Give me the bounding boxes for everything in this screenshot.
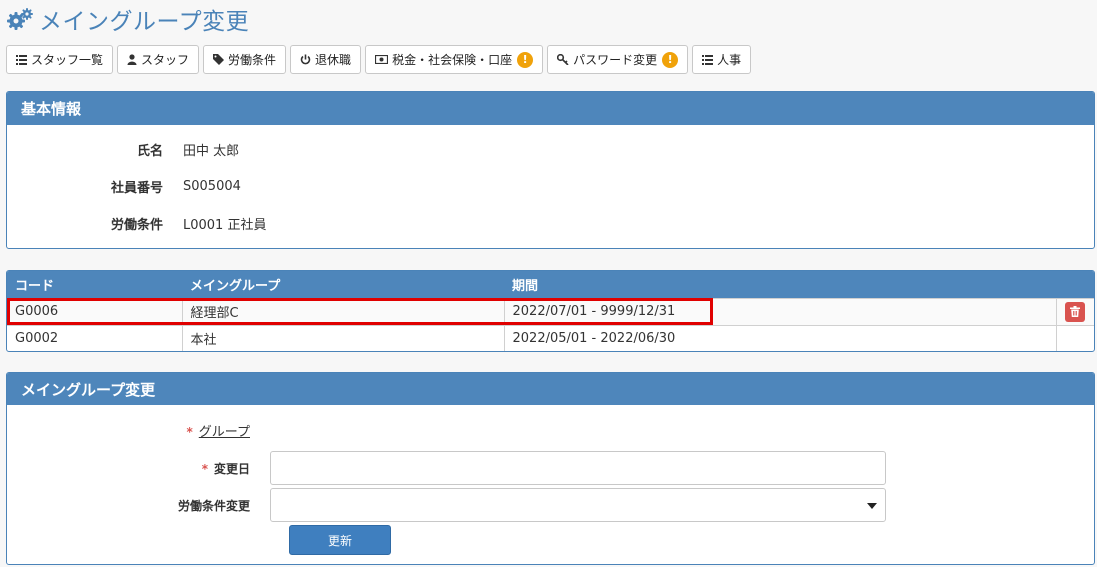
- gears-icon: [6, 7, 34, 31]
- cell-period: 2022/07/01 - 9999/12/31: [504, 297, 1057, 325]
- cell-group: 本社: [182, 324, 505, 351]
- column-header-actions: [1056, 271, 1094, 298]
- employee-number-value: S005004: [183, 179, 241, 194]
- user-icon: [127, 54, 137, 65]
- cell-code: G0006: [7, 297, 183, 325]
- page-title: メイングループ変更: [39, 9, 250, 35]
- column-header-group: メイングループ: [182, 271, 504, 298]
- name-value: 田中 太郎: [183, 144, 240, 159]
- cell-code: G0002: [7, 324, 183, 351]
- warning-icon: !: [662, 51, 679, 68]
- tax-insurance-account-label: 税金・社会保険・口座: [392, 53, 513, 67]
- cell-actions: [1056, 324, 1094, 351]
- tag-icon: [213, 54, 225, 65]
- change-date-label-text: 変更日: [213, 461, 250, 476]
- work-condition-change-row: 労働条件変更: [7, 488, 886, 522]
- cell-actions: [1056, 297, 1094, 325]
- retirement-button[interactable]: 退休職: [290, 45, 362, 74]
- personnel-button[interactable]: 人事: [692, 45, 752, 74]
- work-condition-button[interactable]: 労働条件: [203, 45, 287, 74]
- work-condition-change-label: 労働条件変更: [177, 498, 250, 513]
- work-condition-select[interactable]: [270, 488, 886, 522]
- list-icon: [702, 54, 714, 65]
- retirement-label: 退休職: [315, 53, 352, 67]
- password-change-button[interactable]: パスワード変更 !: [547, 45, 689, 74]
- staff-list-button[interactable]: スタッフ一覧: [6, 45, 114, 74]
- cell-group: 経理部C: [182, 297, 505, 325]
- delete-button[interactable]: [1064, 301, 1085, 322]
- employee-number-label: 社員番号: [110, 181, 163, 196]
- column-header-period: 期間: [504, 271, 1056, 298]
- group-history-panel: コード メイングループ 期間 G0006 経理部C 2022/07/01 - 9…: [6, 270, 1095, 352]
- update-button[interactable]: 更新: [289, 525, 391, 555]
- tax-insurance-account-button[interactable]: 税金・社会保険・口座 !: [365, 45, 544, 74]
- staff-button[interactable]: スタッフ: [117, 45, 200, 74]
- change-date-input[interactable]: [270, 451, 886, 485]
- group-row: * グループ: [7, 421, 270, 440]
- cell-period: 2022/05/01 - 2022/06/30: [504, 324, 1057, 351]
- name-label: 氏名: [136, 144, 163, 159]
- main-group-change-panel: メイングループ変更 * グループ * 変更日 労働条件変更 更新: [6, 372, 1095, 565]
- group-label: * グループ: [7, 421, 270, 440]
- basic-info-panel: 基本情報 氏名 田中 太郎 社員番号 S005004 労働条件 L0001 正社…: [6, 91, 1095, 249]
- change-date-label: * 変更日: [7, 460, 270, 477]
- power-icon: [300, 54, 311, 65]
- money-icon: [375, 55, 389, 64]
- work-condition-field-label: 労働条件: [110, 218, 163, 233]
- table-header-row: コード メイングループ 期間: [7, 271, 1094, 298]
- trash-icon: [1069, 306, 1080, 317]
- warning-icon: !: [517, 51, 534, 68]
- list-icon: [16, 54, 27, 65]
- info-row-name: 氏名 田中 太郎: [7, 140, 239, 159]
- change-date-row: * 変更日: [7, 451, 886, 485]
- staff-label: スタッフ: [141, 53, 190, 67]
- required-mark: *: [201, 461, 208, 476]
- basic-info-title: 基本情報: [7, 92, 1094, 125]
- required-mark: *: [186, 425, 193, 439]
- personnel-label: 人事: [717, 53, 742, 67]
- change-form-title: メイングループ変更: [7, 373, 1094, 405]
- caret-down-icon: [867, 503, 877, 509]
- work-condition-value: L0001 正社員: [183, 218, 267, 233]
- info-row-employee-number: 社員番号 S005004: [7, 177, 241, 196]
- password-change-label: パスワード変更: [573, 53, 658, 67]
- info-row-work-condition: 労働条件 L0001 正社員: [7, 214, 266, 233]
- key-icon: [557, 54, 569, 65]
- table-row[interactable]: G0006 経理部C 2022/07/01 - 9999/12/31: [7, 297, 1094, 325]
- page-header: メイングループ変更: [6, 4, 250, 35]
- column-header-code: コード: [7, 271, 182, 298]
- work-condition-label: 労働条件: [228, 53, 277, 67]
- table-row[interactable]: G0002 本社 2022/05/01 - 2022/06/30: [7, 324, 1094, 351]
- group-history-table: コード メイングループ 期間 G0006 経理部C 2022/07/01 - 9…: [7, 271, 1094, 351]
- group-select-link[interactable]: グループ: [199, 425, 250, 440]
- toolbar: スタッフ一覧 スタッフ 労働条件 退休職 税金・社会保険・口座 ! パスワード変…: [6, 45, 752, 74]
- staff-list-label: スタッフ一覧: [31, 53, 104, 67]
